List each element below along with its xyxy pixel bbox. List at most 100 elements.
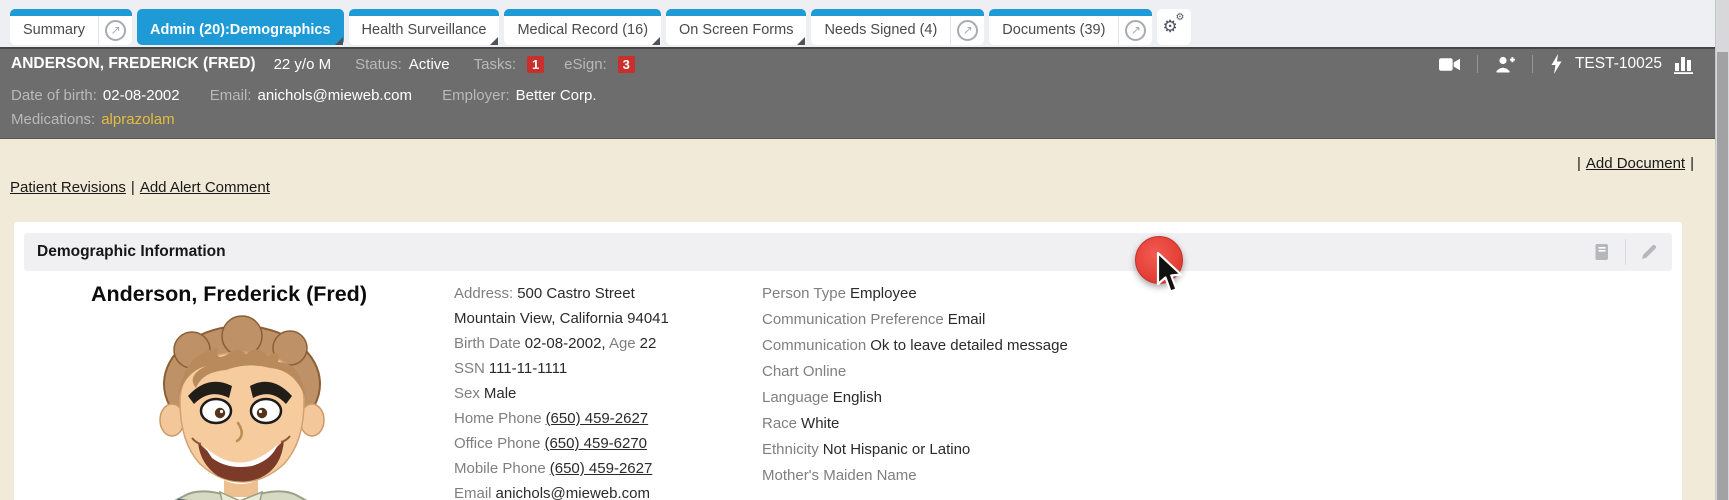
employer-value: Better Corp. — [516, 87, 597, 104]
banner-toolbar: TEST-10025 — [1439, 54, 1696, 74]
vertical-scrollbar[interactable] — [1715, 0, 1729, 500]
detail-row-birthdate: Birth Date02-08-2002, Age22 — [454, 334, 669, 354]
detail-row-comm-preference: Communication PreferenceEmail — [762, 310, 1068, 330]
tab-label: Health Surveillance — [349, 16, 500, 45]
tab-popout-summary[interactable]: ↗ — [98, 16, 132, 45]
separator: | — [1685, 155, 1699, 172]
bar-chart-icon[interactable] — [1674, 54, 1696, 74]
detail-row-ssn: SSN111-11-1111 — [454, 359, 669, 379]
field-label: Email — [454, 485, 492, 500]
popout-arrow-icon: ↗ — [1125, 20, 1146, 41]
tab-label: Documents (39) — [989, 16, 1118, 45]
tab-needs-signed[interactable]: Needs Signed (4) ↗ — [811, 9, 984, 45]
field-label: Age — [609, 335, 636, 352]
separator: | — [1572, 155, 1586, 172]
chart-id: TEST-10025 — [1575, 55, 1662, 73]
tab-popout-documents[interactable]: ↗ — [1118, 16, 1152, 45]
field-label: SSN — [454, 360, 485, 377]
patient-banner: ANDERSON, FREDERICK (FRED) 22 y/o M Stat… — [0, 47, 1729, 79]
edit-pencil-icon[interactable] — [1639, 242, 1659, 262]
mobile-phone-link[interactable]: (650) 459-2627 — [550, 460, 653, 477]
tab-settings-button[interactable]: ⚙ ⚙ — [1157, 9, 1191, 45]
add-document-row: |Add Document| — [1572, 155, 1699, 172]
patient-age-sex: 22 y/o M — [274, 56, 332, 73]
email-value: anichols@mieweb.com — [257, 87, 411, 104]
field-value: 500 Castro Street — [517, 285, 635, 302]
patient-revisions-link[interactable]: Patient Revisions — [10, 179, 126, 196]
demographic-panel: Demographic Information Anderson, Freder… — [14, 222, 1682, 500]
esign-count-badge[interactable]: 3 — [618, 56, 635, 73]
detail-row-home-phone: Home Phone(650) 459-2627 — [454, 409, 669, 429]
contact-column: Address:500 Castro Street Mountain View,… — [454, 284, 669, 500]
tab-on-screen-forms[interactable]: On Screen Forms — [666, 9, 806, 45]
field-label: Chart Online — [762, 363, 846, 380]
field-value: 02-08-2002, — [525, 335, 606, 352]
field-label: Address: — [454, 285, 513, 302]
medications-value[interactable]: alprazolam — [101, 111, 174, 128]
detail-row-language: LanguageEnglish — [762, 388, 1068, 408]
detail-row-address2: Mountain View, California 94041 — [454, 309, 669, 329]
field-value: Email — [948, 311, 986, 328]
tasks-label: Tasks: — [474, 56, 517, 73]
detail-row-email: Email anichols@mieweb.com — [454, 484, 669, 500]
field-label: Ethnicity — [762, 441, 819, 458]
tab-medical-record[interactable]: Medical Record (16) — [504, 9, 661, 45]
tab-label: Summary — [10, 16, 98, 45]
field-label: Person Type — [762, 285, 846, 302]
panel-title: Demographic Information — [37, 243, 226, 261]
banner-detail-line1: Date of birth:02-08-2002 Email:anichols@… — [11, 84, 1718, 108]
detail-row-race: RaceWhite — [762, 414, 1068, 434]
detail-row-address: Address:500 Castro Street — [454, 284, 669, 304]
detail-row-mobile-phone: Mobile Phone(650) 459-2627 — [454, 459, 669, 479]
popout-arrow-icon: ↗ — [105, 20, 126, 41]
email-label: Email: — [210, 87, 252, 104]
field-value: Not Hispanic or Latino — [823, 441, 971, 458]
banner-detail-line2: Medications: alprazolam — [11, 108, 1718, 132]
panel-header-icons — [1592, 239, 1659, 265]
employer-label: Employer: — [442, 87, 510, 104]
tab-admin-demographics[interactable]: Admin (20):Demographics — [137, 9, 343, 45]
detail-row-communication: CommunicationOk to leave detailed messag… — [762, 336, 1068, 356]
field-value: 22 — [640, 335, 657, 352]
panel-header: Demographic Information — [24, 233, 1672, 271]
field-value: Mountain View, California 94041 — [454, 310, 669, 327]
add-alert-comment-link[interactable]: Add Alert Comment — [140, 179, 270, 196]
tasks-count-badge[interactable]: 1 — [527, 56, 544, 73]
panel-icon-divider — [1625, 239, 1626, 265]
field-label: Birth Date — [454, 335, 521, 352]
status-label: Status: — [355, 56, 402, 73]
video-camera-icon[interactable] — [1439, 56, 1460, 73]
add-person-icon[interactable] — [1495, 55, 1515, 73]
gears-icon-small: ⚙ — [1175, 12, 1184, 23]
detail-row-office-phone: Office Phone(650) 459-6270 — [454, 434, 669, 454]
scrollbar-thumb[interactable] — [1717, 52, 1728, 500]
dob-label: Date of birth: — [11, 87, 97, 104]
add-document-link[interactable]: Add Document — [1586, 155, 1685, 172]
tab-popout-needs-signed[interactable]: ↗ — [950, 16, 984, 45]
tab-summary[interactable]: Summary ↗ — [10, 9, 132, 45]
field-value: Employee — [850, 285, 917, 302]
field-label: Office Phone — [454, 435, 540, 452]
medications-label: Medications: — [11, 111, 95, 128]
detail-row-chart-online: Chart Online — [762, 362, 1068, 382]
field-label: Communication Preference — [762, 311, 944, 328]
popout-arrow-icon: ↗ — [957, 20, 978, 41]
office-phone-link[interactable]: (650) 459-6270 — [544, 435, 647, 452]
info-column: Person TypeEmployee Communication Prefer… — [762, 284, 1068, 492]
separator: | — [126, 179, 140, 196]
lightning-bolt-icon[interactable] — [1550, 54, 1563, 74]
field-label: Communication — [762, 337, 866, 354]
detail-row-person-type: Person TypeEmployee — [762, 284, 1068, 304]
detail-row-sex: SexMale — [454, 384, 669, 404]
patient-name: ANDERSON, FREDERICK (FRED) — [11, 55, 256, 73]
field-value: 111-11-1111 — [489, 360, 567, 377]
tab-health-surveillance[interactable]: Health Surveillance — [349, 9, 500, 45]
field-label: Race — [762, 415, 797, 432]
field-value: English — [833, 389, 882, 406]
tab-documents[interactable]: Documents (39) ↗ — [989, 9, 1152, 45]
field-value: anichols@mieweb.com — [496, 485, 650, 500]
home-phone-link[interactable]: (650) 459-2627 — [546, 410, 649, 427]
mouse-cursor-icon — [1152, 252, 1186, 301]
journal-icon[interactable] — [1592, 242, 1612, 262]
detail-row-ethnicity: EthnicityNot Hispanic or Latino — [762, 440, 1068, 460]
